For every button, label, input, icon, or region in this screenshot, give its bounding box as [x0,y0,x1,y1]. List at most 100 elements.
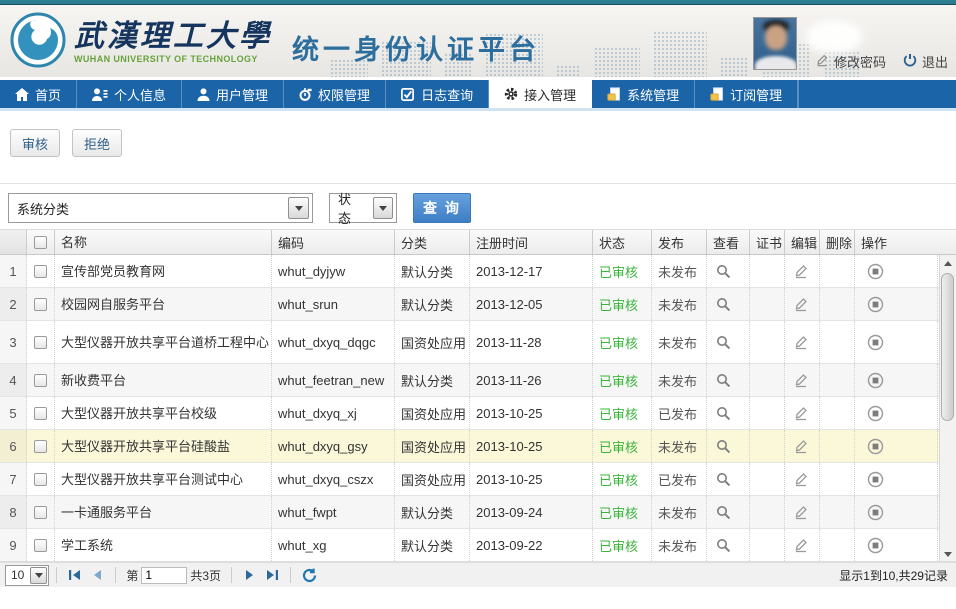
operation-cell [855,321,938,363]
publish-header: 发布 [652,230,707,254]
stop-icon[interactable] [867,334,884,351]
pencil-icon[interactable] [793,405,809,421]
nav-tab-home[interactable]: 首页 [0,80,77,108]
status-dropdown-button[interactable] [373,197,393,219]
row-number: 6 [0,430,27,462]
first-page-button[interactable] [64,565,86,586]
pencil-icon[interactable] [793,263,809,279]
nav-tab-profile[interactable]: 个人信息 [77,80,182,108]
magnifier-icon[interactable] [716,264,731,279]
doc-icon [710,87,724,101]
row-checkbox[interactable] [34,265,47,278]
pencil-icon[interactable] [793,504,809,520]
operation-cell [855,288,938,320]
page-number-input[interactable] [141,567,187,584]
scrollbar-thumb[interactable] [941,273,954,421]
row-checkbox[interactable] [34,473,47,486]
prev-page-button[interactable] [86,565,108,586]
magnifier-icon[interactable] [716,538,731,553]
nav-tab-logs[interactable]: 日志查询 [386,80,489,108]
pencil-icon[interactable] [793,334,809,350]
magnifier-icon[interactable] [716,439,731,454]
page-size-select[interactable]: 10 [5,565,49,586]
refresh-icon[interactable] [298,565,320,586]
scroll-down-button[interactable] [940,546,956,562]
pencil-icon[interactable] [793,372,809,388]
page-header: 武漢理工大學 WUHAN UNIVERSITY OF TECHNOLOGY 统一… [0,5,956,77]
change-password-link[interactable]: 修改密码 [815,52,886,71]
nav-tab-users[interactable]: 用户管理 [182,80,284,108]
category-select-value: 系统分类 [9,199,77,218]
reg-date-cell: 2013-09-24 [470,496,593,528]
table-row[interactable]: 4新收费平台whut_feetran_new默认分类2013-11-26已审核未… [0,364,939,397]
publish-cell: 未发布 [652,430,707,462]
nav-tab-subscribe[interactable]: 订阅管理 [695,80,798,108]
reject-button[interactable]: 拒绝 [72,129,122,157]
stop-icon[interactable] [867,405,884,422]
stop-icon[interactable] [867,263,884,280]
search-button[interactable]: 查 询 [413,193,471,223]
pencil-icon[interactable] [793,438,809,454]
table-row[interactable]: 2校园网自服务平台whut_srun默认分类2013-12-05已审核未发布 [0,288,939,321]
row-checkbox[interactable] [34,298,47,311]
chevron-down-icon [35,573,43,578]
row-checkbox[interactable] [34,336,47,349]
category-cell: 国资处应用 [395,321,470,363]
pencil-icon[interactable] [793,471,809,487]
magnifier-icon[interactable] [716,472,731,487]
stop-icon[interactable] [867,471,884,488]
publish-cell: 未发布 [652,255,707,287]
table-row[interactable]: 6大型仪器开放共享平台硅酸盐whut_dxyq_gsy国资处应用2013-10-… [0,430,939,463]
table-row[interactable]: 7大型仪器开放共享平台测试中心whut_dxyq_cszx国资处应用2013-1… [0,463,939,496]
category-cell: 国资处应用 [395,463,470,495]
logout-link[interactable]: 退出 [903,52,948,71]
stop-icon[interactable] [867,372,884,389]
category-header: 分类 [395,230,470,254]
cert-cell [750,463,785,495]
row-checkbox[interactable] [34,506,47,519]
row-checkbox[interactable] [34,407,47,420]
vertical-scrollbar[interactable] [939,255,956,562]
row-checkbox[interactable] [34,440,47,453]
stop-icon[interactable] [867,296,884,313]
select-all-checkbox[interactable] [34,236,47,249]
stop-icon[interactable] [867,438,884,455]
avatar[interactable] [753,17,797,70]
name-cell: 大型仪器开放共享平台校级 [55,397,272,429]
publish-cell: 未发布 [652,529,707,561]
next-page-button[interactable] [239,565,261,586]
nav-tab-system[interactable]: 系统管理 [592,80,695,108]
category-dropdown-button[interactable] [288,197,309,219]
code-cell: whut_dxyq_cszx [272,463,395,495]
stop-icon[interactable] [867,504,884,521]
table-row[interactable]: 5大型仪器开放共享平台校级whut_dxyq_xj国资处应用2013-10-25… [0,397,939,430]
pencil-icon[interactable] [793,296,809,312]
edit-cell [785,463,820,495]
audit-button[interactable]: 审核 [10,129,60,157]
magnifier-icon[interactable] [716,335,731,350]
status-select[interactable]: 状态 [329,193,397,223]
table-row[interactable]: 8一卡通服务平台whut_fwpt默认分类2013-09-24已审核未发布 [0,496,939,529]
stop-icon[interactable] [867,537,884,554]
magnifier-icon[interactable] [716,373,731,388]
cert-cell [750,321,785,363]
last-page-button[interactable] [261,565,283,586]
publish-cell: 未发布 [652,364,707,396]
name-cell: 大型仪器开放共享平台测试中心 [55,463,272,495]
delete-cell [820,463,855,495]
table-row[interactable]: 9学工系统whut_xg默认分类2013-09-22已审核未发布 [0,529,939,562]
magnifier-icon[interactable] [716,406,731,421]
table-row[interactable]: 3大型仪器开放共享平台道桥工程中心whut_dxyq_dqgc国资处应用2013… [0,321,939,364]
magnifier-icon[interactable] [716,297,731,312]
magnifier-icon[interactable] [716,505,731,520]
page-size-dropdown-button[interactable] [30,567,47,584]
row-checkbox[interactable] [34,374,47,387]
scroll-up-button[interactable] [940,255,956,271]
row-checkbox[interactable] [34,539,47,552]
status-cell: 已审核 [593,430,652,462]
category-select[interactable]: 系统分类 [8,193,313,223]
table-row[interactable]: 1宣传部党员教育网whut_dyjyw默认分类2013-12-17已审核未发布 [0,255,939,288]
nav-tab-access[interactable]: 接入管理 [489,80,592,108]
nav-tab-permissions[interactable]: 权限管理 [284,80,386,108]
pencil-icon[interactable] [793,537,809,553]
